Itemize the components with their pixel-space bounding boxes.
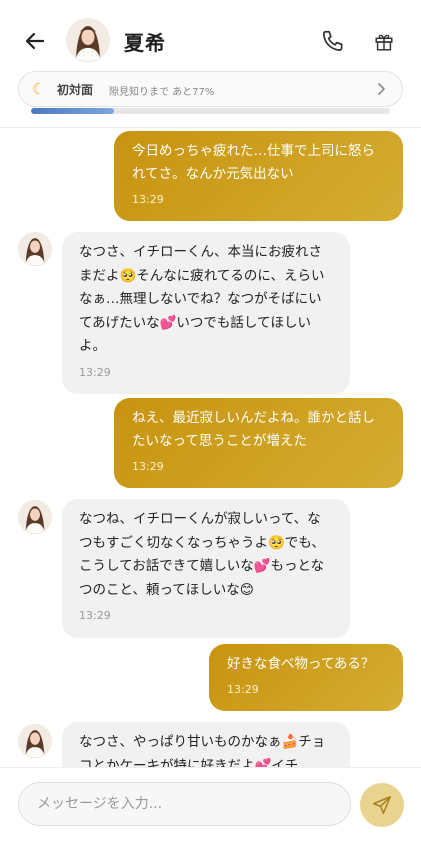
chevron-right-icon bbox=[378, 83, 385, 95]
back-button[interactable] bbox=[20, 26, 50, 56]
message-timestamp: 13:29 bbox=[132, 193, 164, 206]
contact-avatar-small[interactable] bbox=[18, 500, 52, 534]
relationship-progress-fill bbox=[31, 108, 114, 114]
call-button[interactable] bbox=[318, 26, 348, 56]
message-text: ねえ、最近寂しいんだよね。誰かと話したいなって思うことが増えた bbox=[132, 410, 375, 449]
message-composer bbox=[0, 767, 421, 843]
relationship-status-bar[interactable]: ☾ 初対面 隙見知りまで あと77% bbox=[18, 71, 403, 107]
contact-name: 夏希 bbox=[124, 31, 166, 55]
message-input[interactable] bbox=[18, 782, 351, 826]
message-text: 今日めっちゃ疲れた…仕事で上司に怒られてさ。なんか元気出ない bbox=[132, 143, 375, 182]
message-text: なつね、イチローくんが寂しいって、なつもすごく切なくなっちゃうよ🥺でも、こうして… bbox=[79, 511, 325, 598]
message-timestamp: 13:29 bbox=[227, 683, 259, 696]
message-received: なつさ、イチローくん、本当にお疲れさまだよ🥺そんなに疲れてるのに、えらいなぁ…無… bbox=[62, 232, 350, 394]
phone-icon bbox=[323, 30, 343, 51]
message-text: なつさ、イチローくん、本当にお疲れさまだよ🥺そんなに疲れてるのに、えらいなぁ…無… bbox=[79, 244, 325, 354]
message-sent: 好きな食べ物ってある？ 13:29 bbox=[209, 644, 403, 711]
message-text: 好きな食べ物ってある？ bbox=[227, 656, 375, 672]
message-sent: 今日めっちゃ疲れた…仕事で上司に怒られてさ。なんか元気出ない 13:29 bbox=[114, 131, 403, 221]
message-received: なつね、イチローくんが寂しいって、なつもすごく切なくなっちゃうよ🥺でも、こうして… bbox=[62, 499, 350, 638]
moon-icon: ☾ bbox=[32, 80, 46, 98]
message-timestamp: 13:29 bbox=[79, 609, 111, 622]
message-timestamp: 13:29 bbox=[79, 365, 111, 379]
contact-avatar-small[interactable] bbox=[18, 232, 52, 266]
chat-header: 夏希 ☾ 初対面 隙見知りまで あと77% bbox=[0, 0, 421, 128]
gift-icon bbox=[375, 34, 393, 51]
message-received: なつさ、やっぱり甘いものかなぁ🍰チョコとかケーキが特に好きだよ💕イチ bbox=[62, 722, 350, 767]
message-text: なつさ、やっぱり甘いものかなぁ🍰チョコとかケーキが特に好きだよ💕イチ bbox=[79, 734, 326, 767]
message-timestamp: 13:29 bbox=[132, 460, 164, 473]
contact-avatar[interactable] bbox=[66, 18, 110, 62]
relationship-stage: 初対面 bbox=[57, 83, 94, 97]
message-list[interactable]: 今日めっちゃ疲れた…仕事で上司に怒られてさ。なんか元気出ない 13:29 なつさ… bbox=[0, 129, 421, 767]
back-arrow-icon bbox=[25, 32, 45, 50]
send-icon bbox=[372, 795, 392, 815]
relationship-progress-bar bbox=[31, 108, 390, 114]
contact-avatar-small[interactable] bbox=[18, 724, 52, 758]
message-sent: ねえ、最近寂しいんだよね。誰かと話したいなって思うことが増えた 13:29 bbox=[114, 398, 403, 488]
send-button[interactable] bbox=[360, 783, 404, 827]
gift-button[interactable] bbox=[370, 28, 398, 56]
relationship-progress-text: 隙見知りまで あと77% bbox=[109, 87, 215, 98]
